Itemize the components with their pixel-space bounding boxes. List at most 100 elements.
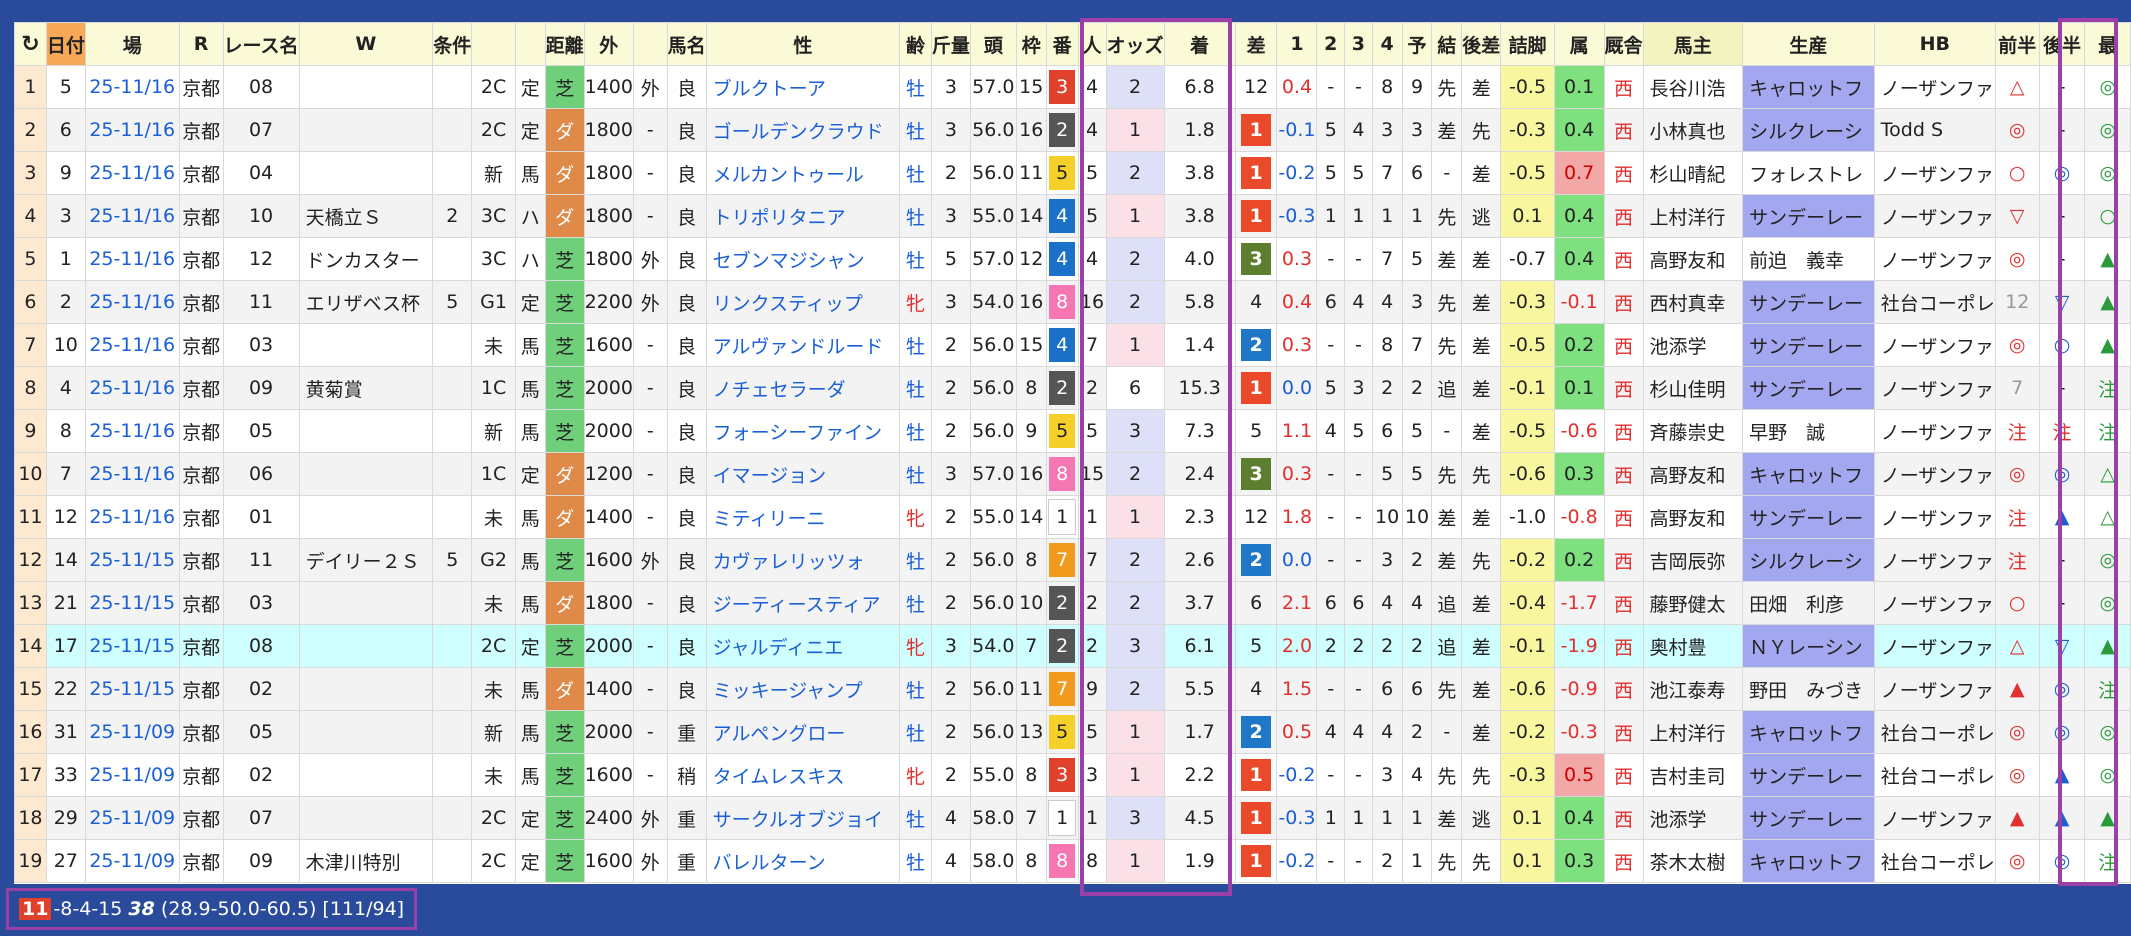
result-header[interactable]: 結: [1431, 22, 1463, 66]
first-half-header[interactable]: 前半: [1994, 22, 2040, 66]
hb-header[interactable]: HB: [1873, 22, 1996, 66]
horse-name[interactable]: イマージョン: [705, 452, 901, 496]
horse-name[interactable]: タイムレスキス: [705, 753, 901, 797]
corner1-header[interactable]: 1: [1276, 22, 1318, 66]
race-date[interactable]: 25-11/16: [84, 452, 180, 496]
table-row[interactable]: 10 7 25-11/16 京都 06 1C 定ダ 1200- 良イマージョン牡 3 57.0 16 8…: [14, 452, 2131, 496]
table-row[interactable]: 7 10 25-11/16 京都 03 未馬芝 1600- 良アルヴァンドルード牡 2 56.0 1…: [14, 323, 2131, 367]
race-date[interactable]: 25-11/09: [84, 710, 180, 754]
table-row[interactable]: 9 8 25-11/16 京都 05 新馬芝 2000- 良フォーシーファイン牡 2 56.0 9 5…: [14, 409, 2131, 453]
prediction-header[interactable]: 予: [1401, 22, 1433, 66]
horse-name[interactable]: ジーティースティア: [705, 581, 901, 625]
race-date[interactable]: 25-11/16: [84, 151, 180, 195]
breeder-header[interactable]: 生産: [1742, 22, 1875, 66]
table-row[interactable]: 12 14 25-11/15 京都 11 デイリー２Ｓ 5 G2 馬芝 1600 外良カヴァレリッツ…: [14, 538, 2131, 582]
race-name-header[interactable]: レース名: [222, 22, 300, 66]
odds-header[interactable]: オッズ: [1105, 22, 1165, 66]
horse-name[interactable]: ジャルディニエ: [705, 624, 901, 668]
race-date[interactable]: 25-11/15: [84, 624, 180, 668]
distance: 1800: [583, 237, 634, 281]
race-date[interactable]: 25-11/16: [84, 366, 180, 410]
race-date[interactable]: 25-11/09: [84, 839, 180, 883]
distance-header[interactable]: 距離: [544, 22, 585, 66]
table-row[interactable]: 1 5 25-11/16 京都 08 2C 定芝 1400 外良ブルクトーア牡 3 57.0 15 3 4…: [14, 65, 2131, 109]
margin-header[interactable]: 差: [1234, 22, 1278, 66]
horse-name[interactable]: リンクスティップ: [705, 280, 901, 324]
week-header[interactable]: W: [298, 22, 434, 66]
field-size: 7: [1015, 796, 1047, 840]
age: 2: [930, 151, 971, 195]
corner3-header[interactable]: 3: [1344, 22, 1373, 66]
table-row[interactable]: 13 21 25-11/15 京都 03 未馬ダ 1800- 良ジーティースティア牡 2 56.0…: [14, 581, 2131, 625]
race-number-header[interactable]: R: [178, 22, 224, 66]
horse-name[interactable]: フォーシーファイン: [705, 409, 901, 453]
horse-number-header[interactable]: 番: [1045, 22, 1079, 66]
weight-header[interactable]: 斤量: [930, 22, 971, 66]
table-row[interactable]: 18 29 25-11/09 京都 07 2C 定芝 2400 外重サークルオブジョイ牡 4 58.…: [14, 796, 2131, 840]
table-row[interactable]: 4 3 25-11/16 京都 10 天橋立Ｓ 2 3C ハダ 1800- 良トリポリタニア牡 3 55…: [14, 194, 2131, 238]
surface-header[interactable]: [514, 22, 546, 66]
horse-name[interactable]: メルカントゥール: [705, 151, 901, 195]
corner4-header[interactable]: 4: [1371, 22, 1403, 66]
horse-name[interactable]: アルヴァンドルード: [705, 323, 901, 367]
table-row[interactable]: 6 2 25-11/16 京都 11 エリザベス杯 5 G1 定芝 2200 外良リンクスティップ牝…: [14, 280, 2131, 324]
table-row[interactable]: 17 33 25-11/09 京都 02 未馬芝 1600- 稍タイムレスキス牝 2 55.0 8 3…: [14, 753, 2131, 797]
table-row[interactable]: 19 27 25-11/09 京都 09 木津川特別 2C 定芝 1600 外重バレルターン牡 4 5…: [14, 839, 2131, 883]
date-header[interactable]: 日付: [45, 22, 86, 66]
horse-name[interactable]: バレルターン: [705, 839, 901, 883]
race-date[interactable]: 25-11/15: [84, 581, 180, 625]
table-row[interactable]: 8 4 25-11/16 京都 09 黄菊賞 1C 馬芝 2000- 良ノチェセラーダ牡 2 56.0…: [14, 366, 2131, 410]
second-half-header[interactable]: 後半: [2038, 22, 2086, 66]
horse-name[interactable]: ミッキージャンプ: [705, 667, 901, 711]
table-row[interactable]: 14 17 25-11/15 京都 08 2C 定芝 2000- 良ジャルディニエ牝 3 54.0 7…: [14, 624, 2131, 668]
table-row[interactable]: 16 31 25-11/09 京都 05 新馬芝 2000- 重アルペングロー牡 2 56.0 13…: [14, 710, 2131, 754]
horse-name[interactable]: セブンマジシャン: [705, 237, 901, 281]
frame-header[interactable]: 枠: [1015, 22, 1047, 66]
closing-speed-header[interactable]: 詰脚: [1500, 22, 1555, 66]
late-diff-header[interactable]: 後差: [1461, 22, 1502, 66]
horse-name[interactable]: ゴールデンクラウド: [705, 108, 901, 152]
race-date[interactable]: 25-11/16: [84, 280, 180, 324]
horse-name[interactable]: ミティリーニ: [705, 495, 901, 539]
race-date[interactable]: 25-11/15: [84, 667, 180, 711]
condition-header[interactable]: 条件: [432, 22, 473, 66]
race-date[interactable]: 25-11/16: [84, 108, 180, 152]
age-header[interactable]: 齢: [899, 22, 932, 66]
course-header[interactable]: 外: [583, 22, 634, 66]
horse-name[interactable]: ブルクトーア: [705, 65, 901, 109]
table-row[interactable]: 3 9 25-11/16 京都 04 新馬ダ 1800- 良メルカントゥール牡 2 56.0 11 5…: [14, 151, 2131, 195]
race-date[interactable]: 25-11/16: [84, 237, 180, 281]
venue-header[interactable]: 場: [84, 22, 180, 66]
race-date[interactable]: 25-11/16: [84, 495, 180, 539]
table-row[interactable]: 5 1 25-11/16 京都 12 ドンカスター 3C ハ芝 1800 外良セブンマジシャン牡 5…: [14, 237, 2131, 281]
race-date[interactable]: 25-11/09: [84, 796, 180, 840]
table-row[interactable]: 15 22 25-11/15 京都 02 未馬ダ 1400- 良ミッキージャンプ牡 2 56.0 1…: [14, 667, 2131, 711]
horse-name[interactable]: サークルオブジョイ: [705, 796, 901, 840]
race-date[interactable]: 25-11/16: [84, 409, 180, 453]
race-date[interactable]: 25-11/16: [84, 194, 180, 238]
trainer-header[interactable]: 厩舎: [1603, 22, 1644, 66]
popularity-header[interactable]: 人: [1077, 22, 1107, 66]
affiliation-header[interactable]: 属: [1553, 22, 1605, 66]
hb-mark: 注: [1994, 495, 2040, 539]
horse-name-header[interactable]: 馬名: [666, 22, 707, 66]
race-date[interactable]: 25-11/16: [84, 323, 180, 367]
owner-header[interactable]: 馬主: [1642, 22, 1744, 66]
extra-header[interactable]: 最: [2084, 22, 2131, 66]
corner2-header[interactable]: 2: [1316, 22, 1346, 66]
horse-name[interactable]: トリポリタニア: [705, 194, 901, 238]
refresh-button[interactable]: ↻: [14, 22, 47, 66]
finish-header[interactable]: 着: [1163, 22, 1236, 66]
runners-header[interactable]: 頭: [969, 22, 1017, 66]
table-row[interactable]: 11 12 25-11/16 京都 01 未馬ダ 1400- 良ミティリーニ牝 2 55.0 14 1…: [14, 495, 2131, 539]
horse-name[interactable]: カヴァレリッツォ: [705, 538, 901, 582]
condition-type-header[interactable]: [471, 22, 516, 66]
table-row[interactable]: 2 6 25-11/16 京都 07 2C 定ダ 1800- 良ゴールデンクラウド牡 3 56.0 1…: [14, 108, 2131, 152]
going-header[interactable]: [632, 22, 668, 66]
horse-name[interactable]: アルペングロー: [705, 710, 901, 754]
race-date[interactable]: 25-11/16: [84, 65, 180, 109]
race-date[interactable]: 25-11/15: [84, 538, 180, 582]
horse-name[interactable]: ノチェセラーダ: [705, 366, 901, 410]
sex-header[interactable]: 性: [705, 22, 901, 66]
race-date[interactable]: 25-11/09: [84, 753, 180, 797]
